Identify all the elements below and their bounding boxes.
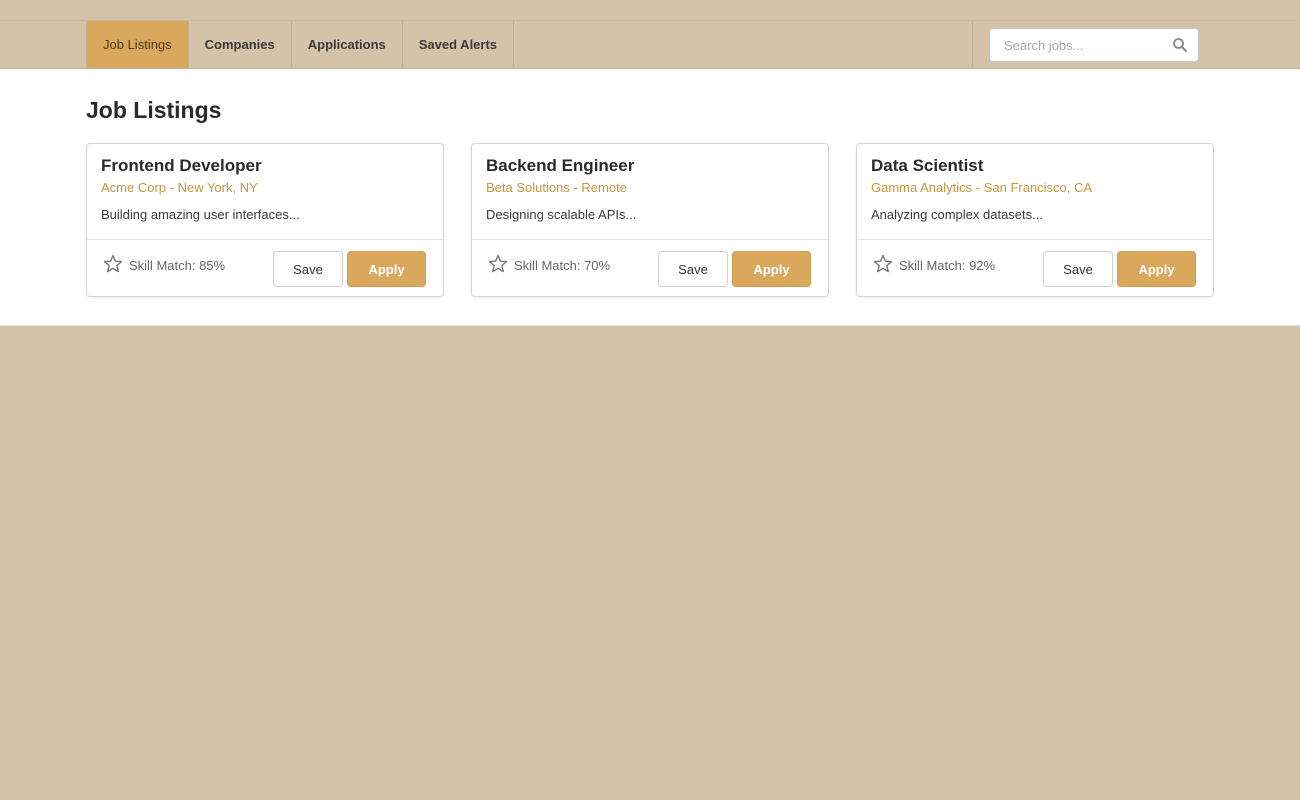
apply-button[interactable]: Apply — [732, 251, 811, 287]
job-cards: Frontend Developer Acme Corp - New York,… — [86, 143, 1214, 297]
apply-button[interactable]: Apply — [347, 251, 426, 287]
search-area — [972, 21, 1300, 68]
job-card-footer: Skill Match: 85% Save Apply — [87, 239, 443, 296]
main-menu: Job Listings Companies Applications Save… — [86, 21, 515, 68]
save-button[interactable]: Save — [658, 251, 728, 287]
search-icon[interactable] — [1172, 37, 1188, 53]
job-company-location: Acme Corp - New York, NY — [101, 180, 258, 195]
apply-button[interactable]: Apply — [1117, 251, 1196, 287]
job-card-footer: Skill Match: 70% Save Apply — [472, 239, 828, 296]
job-description: Building amazing user interfaces... — [101, 207, 300, 222]
job-title: Backend Engineer — [486, 156, 635, 175]
skill-match: Skill Match: 85% — [129, 258, 226, 273]
job-card: Frontend Developer Acme Corp - New York,… — [86, 143, 444, 297]
top-navigation-bar: Job Listings Companies Applications Save… — [0, 20, 1300, 69]
skill-match: Skill Match: 70% — [514, 258, 611, 273]
job-card-footer: Skill Match: 92% Save Apply — [857, 239, 1213, 296]
star-icon[interactable] — [873, 254, 893, 274]
search-box — [989, 28, 1199, 62]
job-card: Data Scientist Gamma Analytics - San Fra… — [856, 143, 1214, 297]
tab-companies[interactable]: Companies — [189, 21, 292, 68]
star-icon[interactable] — [103, 254, 123, 274]
job-description: Designing scalable APIs... — [486, 207, 637, 222]
tab-applications[interactable]: Applications — [292, 21, 403, 68]
job-company-location: Gamma Analytics - San Francisco, CA — [871, 180, 1093, 195]
search-input[interactable] — [990, 29, 1165, 61]
job-title: Frontend Developer — [101, 156, 262, 175]
main-content: Job Listings Frontend Developer Acme Cor… — [0, 69, 1300, 326]
page-title: Job Listings — [86, 97, 222, 123]
job-company-location: Beta Solutions - Remote — [486, 180, 627, 195]
job-card: Backend Engineer Beta Solutions - Remote… — [471, 143, 829, 297]
star-icon[interactable] — [488, 254, 508, 274]
skill-match: Skill Match: 92% — [899, 258, 996, 273]
job-title: Data Scientist — [871, 156, 984, 175]
save-button[interactable]: Save — [273, 251, 343, 287]
job-description: Analyzing complex datasets... — [871, 207, 1043, 222]
save-button[interactable]: Save — [1043, 251, 1113, 287]
tab-job-listings[interactable]: Job Listings — [87, 21, 189, 68]
tab-saved-alerts[interactable]: Saved Alerts — [403, 21, 515, 68]
